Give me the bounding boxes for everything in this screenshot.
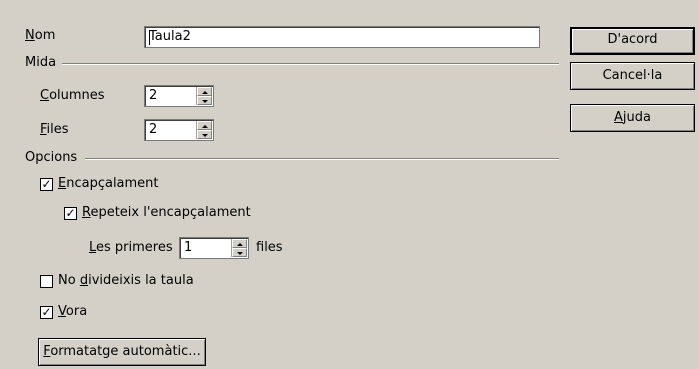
spin-arrows-icon[interactable]: [196, 87, 212, 105]
ok-button[interactable]: D'acord: [570, 27, 695, 55]
columns-label: Columnes: [40, 88, 105, 103]
columns-stepper[interactable]: 2: [144, 85, 214, 107]
spin-up-icon[interactable]: [197, 121, 212, 130]
rows-value: 2: [149, 122, 158, 137]
spin-arrows-icon[interactable]: [231, 239, 247, 257]
no-split-checkbox[interactable]: [40, 275, 53, 288]
spin-up-icon[interactable]: [232, 239, 247, 248]
autoformat-button[interactable]: Formatatge automàtic...: [38, 338, 206, 366]
first-rows-suffix: files: [256, 240, 283, 255]
first-rows-value: 1: [184, 240, 193, 255]
rows-label: Files: [40, 122, 69, 137]
check-mark-icon: ✓: [41, 177, 52, 191]
check-mark-icon: ✓: [41, 305, 52, 319]
first-rows-label: Les primeres: [89, 240, 173, 255]
border-checkbox[interactable]: ✓: [40, 305, 53, 319]
repeat-heading-checkbox[interactable]: ✓: [64, 206, 77, 220]
no-split-label[interactable]: No divideixis la taula: [58, 273, 194, 289]
size-group-title: Mida: [25, 55, 62, 71]
name-value: Taula2: [149, 29, 191, 44]
spin-down-icon[interactable]: [232, 248, 247, 257]
rows-stepper[interactable]: 2: [144, 119, 214, 141]
size-separator: [62, 63, 559, 65]
spin-arrows-icon[interactable]: [196, 121, 212, 139]
help-button[interactable]: Ajuda: [570, 104, 695, 132]
first-rows-stepper[interactable]: 1: [179, 237, 249, 259]
check-mark-icon: ✓: [65, 206, 76, 220]
name-label: Nom: [25, 28, 56, 43]
heading-label[interactable]: Encapçalament: [58, 176, 159, 192]
options-separator: [85, 158, 559, 160]
spin-up-icon[interactable]: [197, 87, 212, 96]
border-label[interactable]: Vora: [58, 304, 87, 320]
heading-checkbox[interactable]: ✓: [40, 177, 53, 191]
spin-down-icon[interactable]: [197, 96, 212, 105]
repeat-heading-label[interactable]: Repeteix l'encapçalament: [82, 205, 251, 221]
cancel-button[interactable]: Cancel·la: [570, 62, 695, 90]
spin-down-icon[interactable]: [197, 130, 212, 139]
name-input[interactable]: Taula2: [144, 26, 540, 48]
options-group-title: Opcions: [25, 150, 83, 166]
columns-value: 2: [149, 88, 158, 103]
